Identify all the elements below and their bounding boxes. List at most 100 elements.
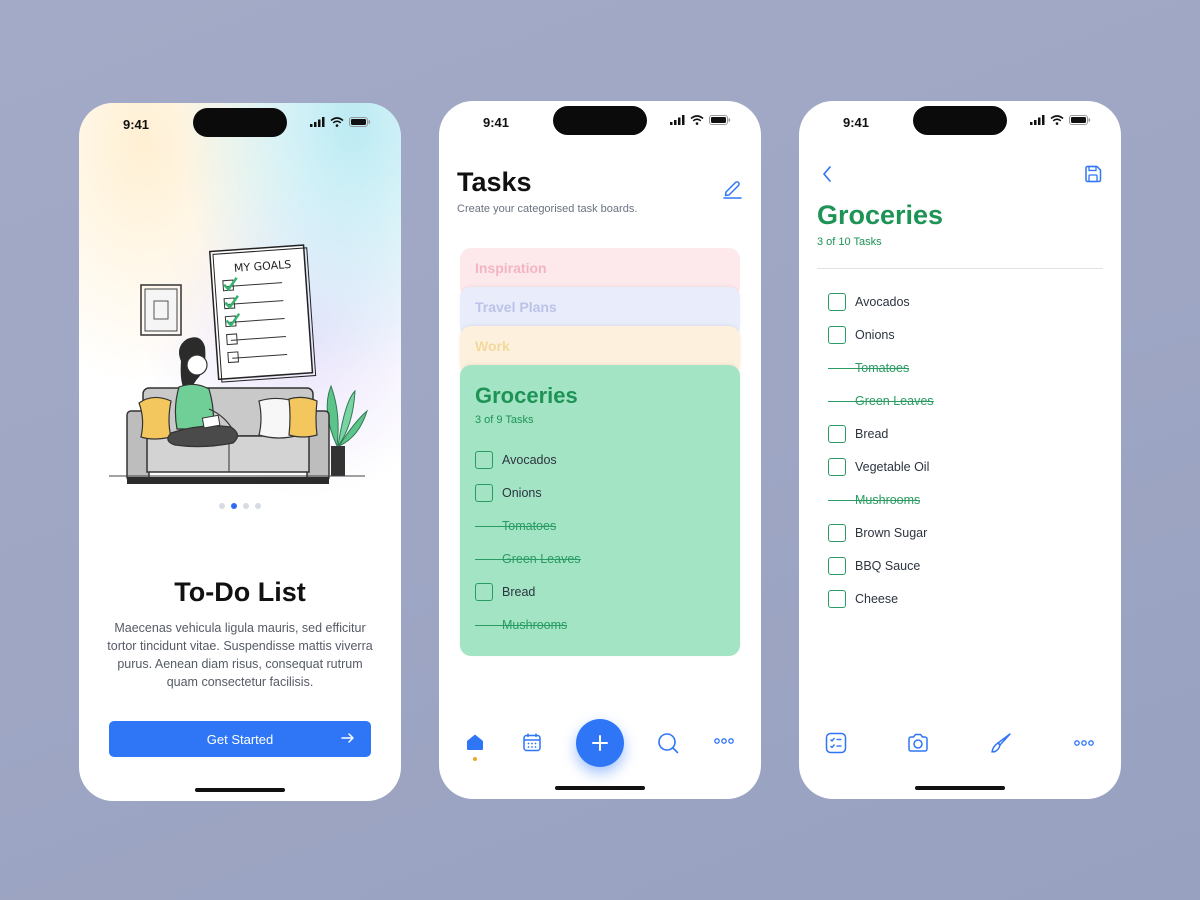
- task-item-done[interactable]: Mushrooms: [828, 483, 934, 516]
- task-item[interactable]: Onions: [475, 483, 542, 503]
- task-item[interactable]: Bread: [475, 582, 535, 602]
- task-item[interactable]: Bread: [828, 417, 934, 450]
- status-bar: 9:41: [439, 101, 761, 145]
- status-bar: 9:41: [79, 103, 401, 147]
- task-label: Onions: [855, 327, 895, 342]
- get-started-button[interactable]: Get Started: [109, 721, 371, 757]
- goals-illustration: MY GOALS: [109, 244, 368, 484]
- task-label: Tomatoes: [475, 519, 557, 533]
- task-item[interactable]: Onions: [828, 318, 934, 351]
- toolbar: [799, 729, 1121, 759]
- task-label: Bread: [855, 426, 889, 441]
- back-chevron-icon[interactable]: [821, 165, 833, 183]
- task-item[interactable]: BBQ Sauce: [828, 549, 934, 582]
- task-checkbox[interactable]: [475, 484, 493, 502]
- task-item-done[interactable]: Green Leaves: [475, 549, 581, 569]
- task-label: Onions: [502, 486, 542, 500]
- page-title: Tasks: [457, 167, 532, 197]
- task-item[interactable]: Avocados: [828, 285, 934, 318]
- checklist-icon[interactable]: [825, 732, 847, 754]
- task-label: Cheese: [855, 591, 899, 606]
- status-bar: 9:41: [799, 101, 1121, 145]
- task-checkbox[interactable]: [828, 325, 846, 344]
- task-item[interactable]: Vegetable Oil: [828, 450, 934, 483]
- more-icon[interactable]: [714, 738, 734, 744]
- task-label: Avocados: [855, 294, 910, 309]
- battery-icon: [349, 117, 371, 127]
- battery-icon: [709, 115, 731, 125]
- save-icon[interactable]: [1083, 164, 1103, 184]
- task-item[interactable]: Cheese: [828, 582, 934, 615]
- onboarding-title: To-Do List: [174, 577, 306, 607]
- add-task-button[interactable]: [576, 719, 624, 767]
- task-item[interactable]: Brown Sugar: [828, 516, 934, 549]
- task-checkbox[interactable]: [828, 589, 846, 608]
- dynamic-island: [553, 106, 647, 135]
- dynamic-island: [193, 108, 287, 137]
- task-label: Vegetable Oil: [855, 459, 930, 474]
- task-label: Green Leaves: [475, 552, 581, 566]
- task-checkbox[interactable]: [828, 523, 846, 542]
- task-item-done[interactable]: Mushrooms: [475, 615, 568, 635]
- board-task-count: 3 of 9 Tasks: [475, 414, 534, 426]
- pager-dot[interactable]: [243, 503, 249, 509]
- task-item[interactable]: Avocados: [475, 450, 557, 470]
- task-checkbox[interactable]: [475, 451, 493, 469]
- tasks-screen: 9:41 Tasks Create your categorised task …: [439, 101, 761, 799]
- calendar-icon[interactable]: [522, 732, 542, 752]
- task-item-done[interactable]: Green Leaves: [828, 384, 934, 417]
- signal-icon: [310, 117, 325, 127]
- task-label: Green Leaves: [828, 394, 934, 408]
- task-checkbox[interactable]: [828, 292, 846, 311]
- board-label: Work: [475, 338, 510, 354]
- task-item-done[interactable]: Tomatoes: [828, 351, 934, 384]
- task-list: Avocados Onions Tomatoes Green Leaves Br…: [828, 285, 934, 615]
- status-time: 9:41: [483, 115, 510, 130]
- task-checkbox[interactable]: [475, 583, 493, 601]
- task-label: Mushrooms: [475, 618, 568, 632]
- home-indicator: [195, 788, 285, 792]
- wifi-icon: [330, 117, 344, 127]
- home-indicator: [555, 786, 645, 790]
- task-label: BBQ Sauce: [855, 558, 921, 573]
- brush-icon[interactable]: [990, 732, 1012, 754]
- home-icon[interactable]: [465, 732, 485, 752]
- wifi-icon: [690, 115, 704, 125]
- board-title: Groceries: [475, 383, 578, 408]
- pager-dot-active[interactable]: [231, 503, 237, 509]
- page-subtitle: Create your categorised task boards.: [457, 203, 638, 215]
- task-label: Tomatoes: [828, 361, 910, 375]
- task-count: 3 of 10 Tasks: [817, 236, 882, 248]
- camera-icon[interactable]: [907, 732, 929, 754]
- signal-icon: [1030, 115, 1045, 125]
- task-checkbox[interactable]: [828, 457, 846, 476]
- status-icons: [310, 117, 371, 127]
- active-tab-indicator: [473, 757, 477, 761]
- signal-icon: [670, 115, 685, 125]
- onboarding-description: Maecenas vehicula ligula mauris, sed eff…: [107, 621, 373, 689]
- page-title: Groceries: [817, 200, 944, 230]
- board-label: Inspiration: [475, 260, 547, 276]
- wifi-icon: [1050, 115, 1064, 125]
- board-label: Travel Plans: [475, 299, 557, 315]
- onboarding-screen: 9:41 MY GOALS To-Do List Maecenas vehicu…: [79, 103, 401, 801]
- search-icon[interactable]: [657, 732, 679, 754]
- task-checkbox[interactable]: [828, 424, 846, 443]
- pager-dot[interactable]: [219, 503, 225, 509]
- arrow-right-icon: [341, 733, 354, 743]
- status-time: 9:41: [843, 115, 870, 130]
- pager-dot[interactable]: [255, 503, 261, 509]
- task-item-done[interactable]: Tomatoes: [475, 516, 557, 536]
- task-label: Bread: [502, 585, 536, 599]
- battery-icon: [1069, 115, 1091, 125]
- home-indicator: [915, 786, 1005, 790]
- edit-icon[interactable]: [721, 177, 743, 199]
- more-icon[interactable]: [1074, 740, 1094, 746]
- add-icon: [592, 735, 608, 751]
- divider: [817, 268, 1103, 269]
- status-time: 9:41: [123, 117, 150, 132]
- dynamic-island: [913, 106, 1007, 135]
- task-label: Brown Sugar: [855, 525, 928, 540]
- task-checkbox[interactable]: [828, 556, 846, 575]
- board-groceries[interactable]: Groceries 3 of 9 Tasks Avocados Onions T…: [460, 365, 740, 656]
